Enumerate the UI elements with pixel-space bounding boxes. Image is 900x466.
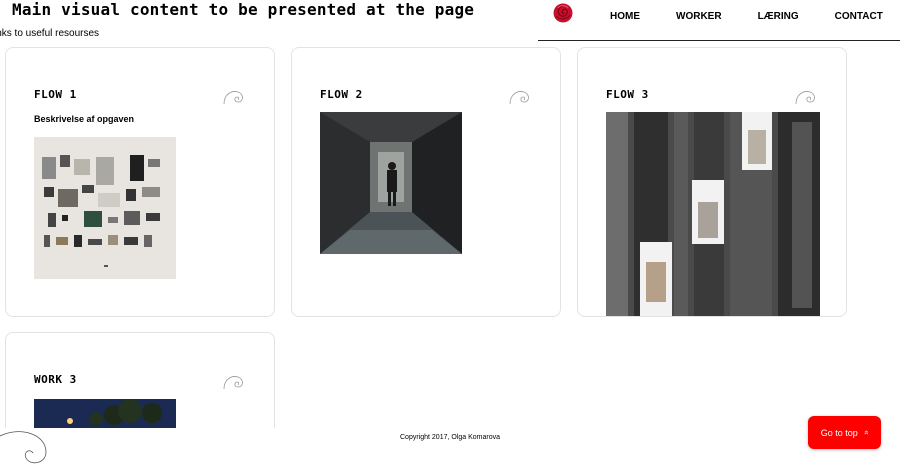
card-title: FLOW 1 <box>34 88 77 101</box>
resources-link-text[interactable]: inks to useful resourses <box>0 28 99 39</box>
swirl-icon <box>795 91 815 105</box>
page-title: Main visual content to be presented at t… <box>12 0 475 19</box>
card-title: WORK 3 <box>34 373 77 386</box>
rose-logo-icon[interactable] <box>552 2 574 24</box>
card-flow-3[interactable]: FLOW 3 <box>577 47 847 317</box>
night-trees-image[interactable] <box>34 399 176 428</box>
swirl-icon <box>509 91 529 105</box>
top-navigation: HOME WORKER LÆRING CONTACT <box>538 0 900 41</box>
card-title: FLOW 2 <box>320 88 363 101</box>
dark-corridor-image[interactable] <box>320 112 462 254</box>
card-work-3[interactable]: WORK 3 <box>5 332 275 428</box>
footer-swirl-icon <box>0 431 47 464</box>
card-flow-1[interactable]: FLOW 1 Beskrivelse af opgaven <box>5 47 275 317</box>
card-flow-2[interactable]: FLOW 2 <box>291 47 561 317</box>
nav-item-laering[interactable]: LÆRING <box>758 11 799 22</box>
card-title: FLOW 3 <box>606 88 649 101</box>
nav-links: HOME WORKER LÆRING CONTACT <box>610 11 883 22</box>
swirl-icon <box>223 376 243 390</box>
go-to-top-button[interactable]: Go to top » <box>808 416 881 449</box>
double-chevron-up-icon: » <box>861 430 871 435</box>
copyright-text: Copyright 2017, Olga Komarova <box>400 434 500 441</box>
card-description: Beskrivelse af opgaven <box>34 114 135 124</box>
building-facade-image[interactable] <box>606 112 820 317</box>
swirl-icon <box>223 91 243 105</box>
nav-item-worker[interactable]: WORKER <box>676 11 722 22</box>
go-to-top-label: Go to top <box>820 427 858 438</box>
nav-item-home[interactable]: HOME <box>610 11 640 22</box>
flat-lay-objects-image[interactable] <box>34 137 176 279</box>
nav-item-contact[interactable]: CONTACT <box>835 11 883 22</box>
